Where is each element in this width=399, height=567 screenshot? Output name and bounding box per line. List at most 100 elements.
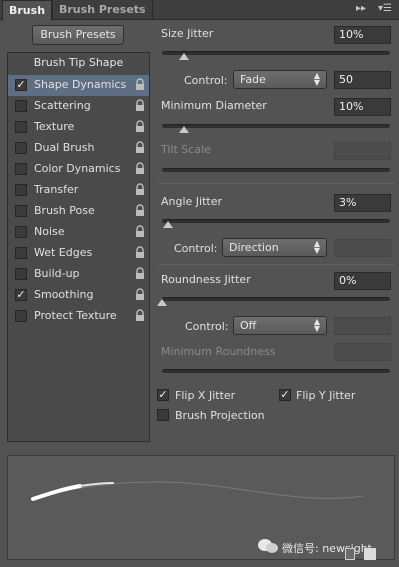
minimum-roundness-label: Minimum Roundness xyxy=(161,345,276,358)
sidebar-item-scattering[interactable]: Scattering xyxy=(8,96,149,117)
minimum-roundness-input xyxy=(334,343,391,361)
roundness-extra-input xyxy=(334,317,391,335)
angle-jitter-label: Angle Jitter xyxy=(161,195,223,208)
sidebar-item-label: Noise xyxy=(34,225,65,238)
size-jitter-label: Size Jitter xyxy=(161,27,214,40)
select-value: Fade xyxy=(240,73,266,86)
select-arrows-icon: ▲ ▼ xyxy=(313,71,320,87)
tilt-scale-input xyxy=(334,142,391,160)
double-chevron-right-icon[interactable]: ▸▸ xyxy=(356,3,366,14)
fade-steps-input[interactable]: 50 xyxy=(334,71,391,89)
flip-y-checkbox[interactable]: ✓ xyxy=(279,389,291,401)
lock-icon[interactable] xyxy=(135,120,145,133)
roundness-jitter-label: Roundness Jitter xyxy=(161,273,251,286)
minimum-diameter-label: Minimum Diameter xyxy=(161,99,267,112)
tab-brush-presets[interactable]: Brush Presets xyxy=(52,0,153,20)
tilt-scale-label: Tilt Scale xyxy=(161,143,211,156)
sidebar-item-label: Protect Texture xyxy=(34,309,117,322)
sidebar-item-label: Build-up xyxy=(34,267,80,280)
lock-icon[interactable] xyxy=(135,225,145,238)
sidebar-item-shape-dynamics[interactable]: ✓ Shape Dynamics xyxy=(8,75,149,96)
noise-checkbox[interactable] xyxy=(15,226,27,238)
roundness-jitter-slider[interactable] xyxy=(162,297,390,301)
sidebar-item-label: Brush Pose xyxy=(34,204,95,217)
minimum-diameter-slider[interactable] xyxy=(162,124,390,128)
roundness-jitter-input[interactable]: 0% xyxy=(334,272,391,290)
watermark-text: 微信号: newsight xyxy=(282,542,372,555)
sidebar-item-build-up[interactable]: Build-up xyxy=(8,264,149,285)
new-brush-preset-icon[interactable] xyxy=(345,548,355,560)
sidebar-item-label: Scattering xyxy=(34,99,91,112)
panel-menu-icon[interactable]: ▾☰ xyxy=(378,3,392,14)
size-jitter-input[interactable]: 10% xyxy=(334,26,391,44)
lock-icon[interactable] xyxy=(135,99,145,112)
sidebar-item-label: Dual Brush xyxy=(34,141,95,154)
roundness-jitter-slider-handle[interactable] xyxy=(157,299,167,306)
brush-projection-label: Brush Projection xyxy=(175,409,265,422)
divider xyxy=(158,183,394,184)
angle-jitter-input[interactable]: 3% xyxy=(334,194,391,212)
shape-dynamics-checkbox[interactable]: ✓ xyxy=(15,79,27,91)
angle-jitter-control-label: Control: xyxy=(174,242,218,255)
brush-presets-button[interactable]: Brush Presets xyxy=(32,25,124,45)
roundness-jitter-control-select[interactable]: Off ▲ ▼ xyxy=(233,316,327,335)
lock-icon[interactable] xyxy=(135,246,145,259)
tab-bar: Brush Brush Presets ▸▸ ▾☰ xyxy=(0,0,399,21)
wet-edges-checkbox[interactable] xyxy=(15,247,27,259)
sidebar-item-dual-brush[interactable]: Dual Brush xyxy=(8,138,149,159)
lock-icon[interactable] xyxy=(135,183,145,196)
color-dynamics-checkbox[interactable] xyxy=(15,163,27,175)
lock-icon[interactable] xyxy=(135,141,145,154)
flip-y-label: Flip Y Jitter xyxy=(296,389,356,402)
size-jitter-control-select[interactable]: Fade ▲ ▼ xyxy=(233,70,327,89)
select-value: Direction xyxy=(229,241,279,254)
lock-icon[interactable] xyxy=(135,267,145,280)
sidebar-item-protect-texture[interactable]: Protect Texture xyxy=(8,306,149,327)
lock-icon[interactable] xyxy=(135,78,145,91)
size-jitter-control-label: Control: xyxy=(184,74,228,87)
sidebar-item-color-dynamics[interactable]: Color Dynamics xyxy=(8,159,149,180)
lock-icon[interactable] xyxy=(135,204,145,217)
sidebar-item-label: Transfer xyxy=(34,183,79,196)
sidebar-item-label: Wet Edges xyxy=(34,246,93,259)
lock-icon[interactable] xyxy=(135,309,145,322)
sidebar-item-texture[interactable]: Texture xyxy=(8,117,149,138)
sidebar-item-label: Texture xyxy=(34,120,75,133)
tab-brush[interactable]: Brush xyxy=(2,0,53,21)
scattering-checkbox[interactable] xyxy=(15,100,27,112)
select-value: Off xyxy=(240,319,257,332)
sidebar-item-noise[interactable]: Noise xyxy=(8,222,149,243)
dual-brush-checkbox[interactable] xyxy=(15,142,27,154)
brush-settings-list: Brush Tip Shape ✓ Shape Dynamics Scatterin… xyxy=(7,52,150,442)
lock-icon[interactable] xyxy=(135,162,145,175)
brush-pose-checkbox[interactable] xyxy=(15,205,27,217)
transfer-checkbox[interactable] xyxy=(15,184,27,196)
minimum-diameter-slider-handle[interactable] xyxy=(179,126,189,133)
toggle-preview-icon[interactable] xyxy=(364,548,376,560)
angle-jitter-slider[interactable] xyxy=(162,219,390,223)
roundness-jitter-control-label: Control: xyxy=(185,320,229,333)
build-up-checkbox[interactable] xyxy=(15,268,27,280)
angle-jitter-control-select[interactable]: Direction ▲ ▼ xyxy=(222,238,327,257)
sidebar-item-brush-pose[interactable]: Brush Pose xyxy=(8,201,149,222)
tilt-scale-slider xyxy=(162,168,390,172)
angle-jitter-extra-input xyxy=(334,239,391,257)
size-jitter-slider[interactable] xyxy=(162,51,390,55)
select-arrows-icon: ▲ ▼ xyxy=(313,317,320,333)
brush-tip-shape-item[interactable]: Brush Tip Shape xyxy=(8,53,149,73)
texture-checkbox[interactable] xyxy=(15,121,27,133)
sidebar-item-transfer[interactable]: Transfer xyxy=(8,180,149,201)
protect-texture-checkbox[interactable] xyxy=(15,310,27,322)
minimum-diameter-input[interactable]: 10% xyxy=(334,98,391,116)
size-jitter-slider-handle[interactable] xyxy=(179,53,189,60)
sidebar-item-wet-edges[interactable]: Wet Edges xyxy=(8,243,149,264)
lock-icon[interactable] xyxy=(135,288,145,301)
flip-x-label: Flip X Jitter xyxy=(175,389,236,402)
divider xyxy=(158,264,394,265)
angle-jitter-slider-handle[interactable] xyxy=(163,221,173,228)
flip-x-checkbox[interactable]: ✓ xyxy=(157,389,169,401)
smoothing-checkbox[interactable]: ✓ xyxy=(15,289,27,301)
sidebar-item-label: Color Dynamics xyxy=(34,162,121,175)
sidebar-item-smoothing[interactable]: ✓ Smoothing xyxy=(8,285,149,306)
brush-projection-checkbox[interactable] xyxy=(157,409,169,421)
